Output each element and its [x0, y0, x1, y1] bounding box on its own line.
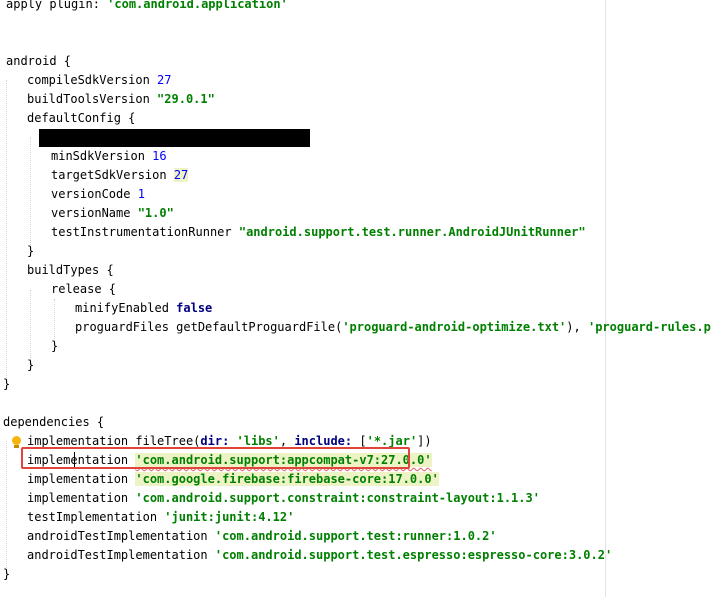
code-text: defaultConfig { [27, 111, 136, 125]
code-text: } [3, 377, 11, 391]
indent-guide [54, 299, 55, 341]
code-line[interactable]: defaultConfig { [27, 109, 135, 128]
code-line[interactable]: versionCode 1 [51, 185, 145, 204]
code-text: proguardFiles getDefaultProguardFile( [75, 320, 343, 334]
code-text: testInstrumentationRunner [51, 225, 239, 239]
code-text: } [27, 244, 35, 258]
code-text: dependencies { [3, 415, 105, 429]
code-line[interactable]: buildTypes { [27, 261, 114, 280]
keyword-literal: false [176, 301, 213, 315]
string-literal: 'com.android.support.test:runner:1.0.2' [214, 529, 497, 543]
string-literal: '*.jar' [366, 434, 418, 448]
code-line[interactable]: apply plugin: 'com.android.application' [6, 0, 288, 14]
code-line[interactable]: } [3, 375, 10, 394]
code-text: buildTypes { [27, 263, 114, 277]
code-text: ]) [417, 434, 432, 448]
code-text: , [279, 434, 295, 448]
code-line[interactable]: dependencies { [3, 413, 104, 432]
code-text: implementation [27, 472, 136, 486]
code-text: androidTestImplementation [27, 548, 215, 562]
code-text: compileSdkVersion [27, 73, 158, 87]
code-line[interactable]: implementation 'com.google.firebase:fire… [27, 470, 439, 489]
number-literal: 16 [152, 149, 167, 163]
string-literal: 'com.android.support.test.espresso:espre… [214, 548, 613, 562]
code-text: implementation fileTree( [27, 434, 201, 448]
string-literal: "1.0" [137, 206, 174, 220]
indent-guide [6, 441, 7, 574]
code-line[interactable]: } [51, 337, 58, 356]
string-literal: 'com.android.application' [107, 0, 288, 11]
code-line[interactable]: androidTestImplementation 'com.android.s… [27, 546, 612, 565]
indent-guide [6, 80, 7, 380]
code-text: release { [51, 282, 117, 296]
code-line[interactable]: } [27, 356, 34, 375]
code-line[interactable]: versionName "1.0" [51, 204, 174, 223]
code-text: versionName [51, 206, 138, 220]
indent-guide [30, 290, 31, 360]
number-literal: 27 [173, 168, 189, 182]
code-text: buildToolsVersion [27, 92, 158, 106]
string-literal: 'proguard-android-optimize.txt' [342, 320, 567, 334]
code-text: apply plugin: [6, 0, 108, 11]
code-text: androidTestImplementation [27, 529, 215, 543]
right-margin-guide [605, 0, 606, 597]
code-editor[interactable]: apply plugin: 'com.android.application' … [0, 0, 712, 597]
code-line[interactable]: testImplementation 'junit:junit:4.12' [27, 508, 294, 527]
code-text: ), [566, 320, 588, 334]
code-line[interactable]: } [3, 565, 10, 584]
string-literal: "29.0.1" [157, 92, 215, 106]
code-text: minifyEnabled [75, 301, 177, 315]
string-literal: 'com.android.support.constraint:constrai… [135, 491, 540, 505]
code-text: testImplementation [27, 510, 165, 524]
code-text: targetSdkVersion [51, 168, 174, 182]
code-text: } [51, 339, 59, 353]
string-literal: 'libs' [236, 434, 280, 448]
code-text: android { [6, 54, 72, 68]
code-line[interactable]: minifyEnabled false [75, 299, 212, 318]
string-literal: 'proguard-rules.pro' [587, 320, 712, 334]
redacted-block [39, 129, 310, 147]
code-text: versionCode [51, 187, 138, 201]
number-literal: 1 [137, 187, 145, 201]
code-text: minSdkVersion [51, 149, 153, 163]
code-line[interactable]: implementation 'com.android.support.cons… [27, 489, 540, 508]
code-text: implementation [27, 491, 136, 505]
lightbulb-icon[interactable] [12, 436, 21, 445]
lightbulb-icon-base [14, 445, 19, 448]
named-argument: dir: [200, 434, 237, 448]
code-text: } [27, 358, 35, 372]
code-line[interactable]: androidTestImplementation 'com.android.s… [27, 527, 497, 546]
string-literal: 'junit:junit:4.12' [164, 510, 295, 524]
code-text: } [3, 567, 11, 581]
code-line[interactable]: } [27, 242, 34, 261]
number-literal: 27 [157, 73, 172, 87]
string-literal: "android.support.test.runner.AndroidJUni… [238, 225, 586, 239]
code-line[interactable]: android { [6, 52, 71, 71]
code-text: [ [359, 434, 367, 448]
code-line[interactable]: buildToolsVersion "29.0.1" [27, 90, 215, 109]
indent-guide [30, 137, 31, 247]
code-line[interactable]: targetSdkVersion 27 [51, 166, 189, 185]
code-line[interactable]: compileSdkVersion 27 [27, 71, 172, 90]
code-line[interactable]: minSdkVersion 16 [51, 147, 167, 166]
named-argument: include: [294, 434, 360, 448]
string-literal: 'com.google.firebase:firebase-core:17.0.… [135, 472, 439, 486]
annotation-highlight-box [21, 447, 410, 469]
code-line[interactable]: proguardFiles getDefaultProguardFile('pr… [75, 318, 712, 337]
code-line[interactable]: testInstrumentationRunner "android.suppo… [51, 223, 586, 242]
code-line[interactable]: release { [51, 280, 116, 299]
